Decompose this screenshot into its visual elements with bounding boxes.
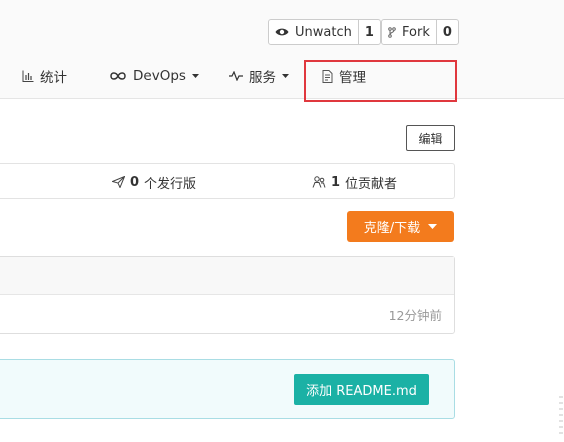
- caret-down-icon: [282, 74, 289, 78]
- watch-button-group[interactable]: Unwatch 1: [268, 19, 381, 45]
- clone-label: 克隆/下载: [363, 221, 421, 236]
- releases-count: 0: [130, 174, 140, 190]
- releases-label: 个发行版: [144, 176, 197, 192]
- caret-down-icon: [191, 74, 199, 78]
- caret-down-icon: [428, 224, 438, 229]
- nav-item-services[interactable]: 服务: [229, 64, 289, 88]
- bar-chart-icon: [22, 70, 34, 82]
- nav-label: 服务: [249, 70, 276, 86]
- eye-icon: [275, 27, 289, 37]
- last-commit-time: 12分钟前: [388, 307, 442, 323]
- clone-download-button[interactable]: 克隆/下载: [347, 211, 454, 242]
- send-icon: [112, 176, 125, 188]
- contributors-count: 1: [331, 174, 341, 190]
- unwatch-label: Unwatch: [295, 24, 352, 40]
- fork-button[interactable]: Fork: [382, 20, 437, 44]
- edit-button[interactable]: 编辑: [406, 125, 455, 151]
- contributors-stat[interactable]: 1 位贡献者: [312, 164, 397, 200]
- pulse-icon: [229, 71, 243, 81]
- fork-button-group[interactable]: Fork 0: [381, 19, 459, 45]
- file-list: 12分钟前: [0, 256, 455, 334]
- infinity-icon: [109, 71, 127, 81]
- nav-item-stats[interactable]: 统计: [22, 64, 67, 88]
- scrollbar[interactable]: [558, 396, 564, 438]
- repo-stats-bar: 0 个发行版 1 位贡献者: [0, 163, 455, 199]
- contributors-label: 位贡献者: [345, 176, 398, 192]
- highlight-box: [304, 60, 457, 102]
- file-row[interactable]: 12分钟前: [0, 295, 454, 333]
- fork-count[interactable]: 0: [437, 20, 458, 44]
- unwatch-button[interactable]: Unwatch: [269, 20, 359, 44]
- fork-icon: [388, 26, 396, 38]
- watch-count[interactable]: 1: [359, 20, 380, 44]
- nav-label: DevOps: [133, 68, 186, 84]
- nav-label: 统计: [40, 70, 67, 86]
- nav-item-devops[interactable]: DevOps: [109, 64, 199, 88]
- users-icon: [312, 176, 326, 188]
- file-list-header: [0, 257, 454, 295]
- fork-label: Fork: [402, 24, 430, 40]
- releases-stat[interactable]: 0 个发行版: [112, 164, 196, 200]
- add-readme-button[interactable]: 添加 README.md: [294, 374, 429, 405]
